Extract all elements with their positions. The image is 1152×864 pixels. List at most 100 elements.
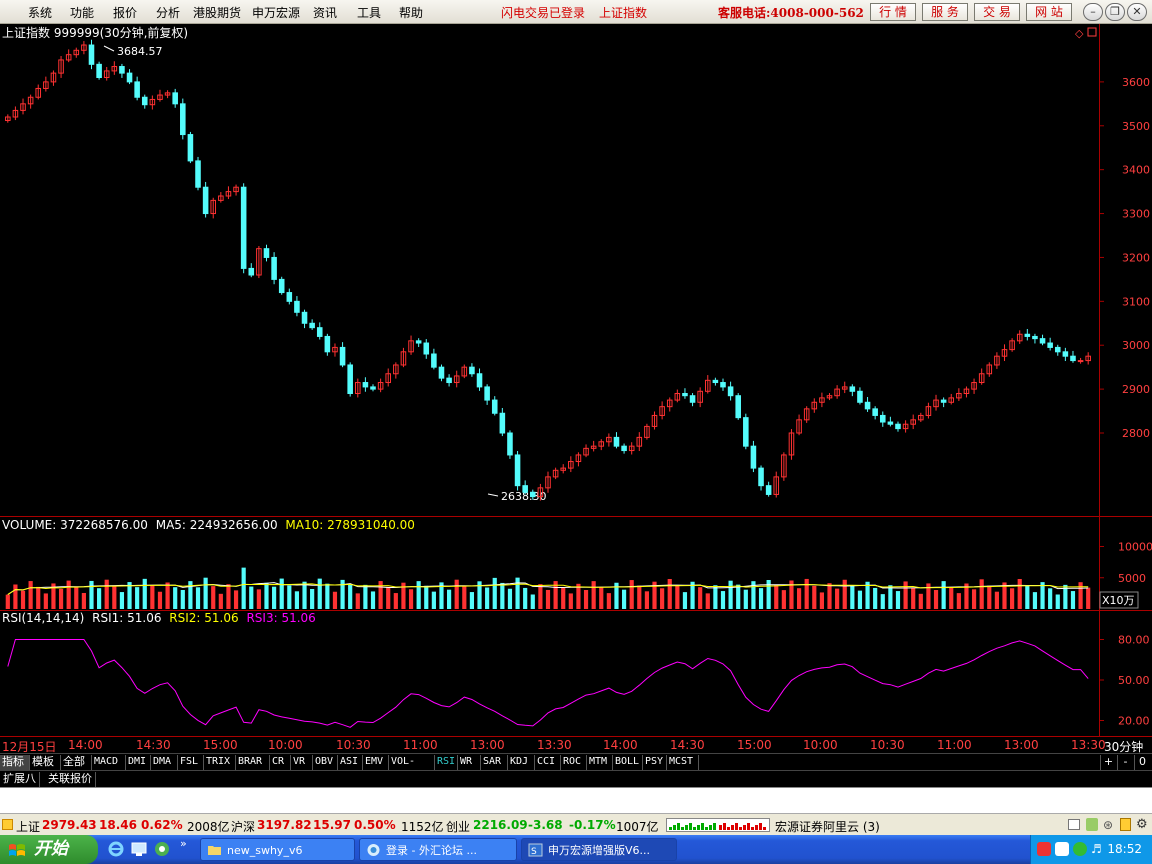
time-axis-label: 10:30 <box>870 738 905 752</box>
volume-bar <box>1040 582 1045 609</box>
menu-analysis[interactable]: 分析 <box>156 4 180 21</box>
indicator-tab-brar[interactable]: BRAR <box>236 755 270 770</box>
lock-status-icon[interactable] <box>1120 818 1131 831</box>
meter-bar-up <box>759 823 762 830</box>
indicator-tab-obv[interactable]: OBV <box>313 755 338 770</box>
indicator-tab-kdj[interactable]: KDJ <box>508 755 535 770</box>
minimize-icon[interactable]: – <box>1083 3 1103 21</box>
indicator-tab-[interactable]: 指标 <box>0 755 30 770</box>
indicator-tab-dmi[interactable]: DMI <box>126 755 151 770</box>
expansion-eight-tab[interactable]: 扩展八 <box>0 772 40 787</box>
candle-body <box>88 44 95 65</box>
desktop-icon[interactable] <box>131 841 147 857</box>
indicator-tab-sar[interactable]: SAR <box>481 755 508 770</box>
indicator-tab-psy[interactable]: PSY <box>643 755 667 770</box>
volume-bar <box>104 579 109 609</box>
indicator-tab-dma[interactable]: DMA <box>151 755 178 770</box>
indicator-tab-macd[interactable]: MACD <box>92 755 126 770</box>
indicator-tab-asi[interactable]: ASI <box>338 755 363 770</box>
taskbar-item-folder[interactable]: new_swhy_v6 <box>200 838 355 861</box>
chevron-right-icon[interactable]: » <box>180 837 187 850</box>
volume-bar <box>264 582 269 609</box>
volume-bar <box>507 588 513 609</box>
candle-body <box>309 322 315 329</box>
volume-bar <box>233 590 239 609</box>
indicator-tab-boll[interactable]: BOLL <box>613 755 643 770</box>
indicator-tab-voltdx[interactable]: VOL-TDX <box>389 755 435 781</box>
indicator-tab-fsl[interactable]: FSL <box>178 755 204 770</box>
menu-help[interactable]: 帮助 <box>399 4 423 21</box>
sh-index-change: 18.46 <box>99 818 137 832</box>
cy-index-label: 创业 <box>446 820 471 834</box>
browser-task-icon <box>367 844 380 856</box>
lock-icon[interactable] <box>2 819 13 830</box>
related-quote-tab[interactable]: 关联报价 <box>45 772 96 787</box>
candle-body <box>613 436 620 447</box>
volume-bar <box>203 577 208 609</box>
restore-icon[interactable]: ❐ <box>1105 3 1125 21</box>
tray-app-icon[interactable] <box>1037 842 1051 856</box>
website-button[interactable]: 网 站 <box>1026 3 1072 21</box>
window-icon[interactable] <box>1068 819 1080 830</box>
menu-tools[interactable]: 工具 <box>357 4 381 21</box>
sh-index-pct: 0.62% <box>141 818 183 832</box>
maximize-panel-icon[interactable] <box>1087 27 1097 37</box>
trade-button[interactable]: 交 易 <box>974 3 1020 21</box>
time-axis-label: 10:00 <box>803 738 838 752</box>
volume-bar <box>317 578 322 609</box>
indicator-tab-cci[interactable]: CCI <box>535 755 561 770</box>
quotes-button[interactable]: 行 情 <box>870 3 916 21</box>
menu-hk-futures[interactable]: 港股期货 <box>193 4 241 21</box>
chart-area[interactable]: 上证指数 999999(30分钟,前复权) 3684.57 2638.30 ◇ … <box>0 24 1152 737</box>
zoom-in-button[interactable]: + <box>1100 755 1116 770</box>
candle-body <box>750 445 757 469</box>
zoom-out-button[interactable]: - <box>1117 755 1133 770</box>
volume-bar <box>74 586 79 609</box>
menu-quote[interactable]: 报价 <box>113 4 137 21</box>
volume-bar <box>272 586 277 609</box>
taskbar-item-forum[interactable]: 登录 - 外汇论坛 ... <box>359 838 517 861</box>
menu-news[interactable]: 资讯 <box>313 4 337 21</box>
indicator-tab-mcst[interactable]: MCST <box>667 755 699 770</box>
tray-network-icon[interactable] <box>1073 842 1087 856</box>
indicator-tab-[interactable]: 模板 <box>30 755 61 770</box>
time-axis-label: 11:00 <box>403 738 438 752</box>
volume-bar <box>1078 582 1083 609</box>
volume-bar <box>492 577 497 609</box>
browser-icon[interactable] <box>154 841 170 857</box>
indicator-tab-wr[interactable]: WR <box>458 755 481 770</box>
menu-swhy[interactable]: 申万宏源 <box>252 4 300 21</box>
reset-button[interactable]: 0 <box>1134 755 1150 770</box>
diamond-icon[interactable]: ◇ <box>1075 27 1084 40</box>
indicator-tab-mtm[interactable]: MTM <box>587 755 613 770</box>
close-icon[interactable]: ✕ <box>1127 3 1147 21</box>
indicator-tab-[interactable]: 全部 <box>61 755 92 770</box>
indicator-tab-emv[interactable]: EMV <box>363 755 389 770</box>
gear-icon[interactable]: ⚙ <box>1136 817 1148 832</box>
svg-text:S: S <box>531 847 537 857</box>
signal-icon[interactable]: ⊛ <box>1103 818 1113 832</box>
candle-body <box>530 491 536 498</box>
ie-icon[interactable] <box>108 841 124 857</box>
candle-body <box>347 364 353 395</box>
volume-bar <box>698 587 703 609</box>
menu-system[interactable]: 系统 <box>28 4 52 21</box>
indicator-tab-cr[interactable]: CR <box>270 755 291 770</box>
candle-body <box>735 395 741 419</box>
taskbar-item-swhy[interactable]: S 申万宏源增强版V6... <box>521 838 677 861</box>
time-axis-label: 14:30 <box>136 738 171 752</box>
volume-icon[interactable]: ♬ <box>1091 842 1105 856</box>
indicator-tab-vr[interactable]: VR <box>291 755 313 770</box>
start-button[interactable]: 开始 <box>0 835 98 864</box>
menu-function[interactable]: 功能 <box>70 4 94 21</box>
clock[interactable]: 18:52 <box>1107 842 1142 856</box>
volume-bar <box>165 582 170 609</box>
tray-monitor-icon[interactable] <box>1055 842 1069 856</box>
volume-bar <box>20 590 26 609</box>
person-icon[interactable] <box>1086 818 1098 831</box>
indicator-tab-rsi[interactable]: RSI <box>435 755 458 770</box>
indicator-tab-trix[interactable]: TRIX <box>204 755 236 770</box>
price-axis-label: 3300 <box>1122 208 1150 221</box>
indicator-tab-roc[interactable]: ROC <box>561 755 587 770</box>
service-button[interactable]: 服 务 <box>922 3 968 21</box>
